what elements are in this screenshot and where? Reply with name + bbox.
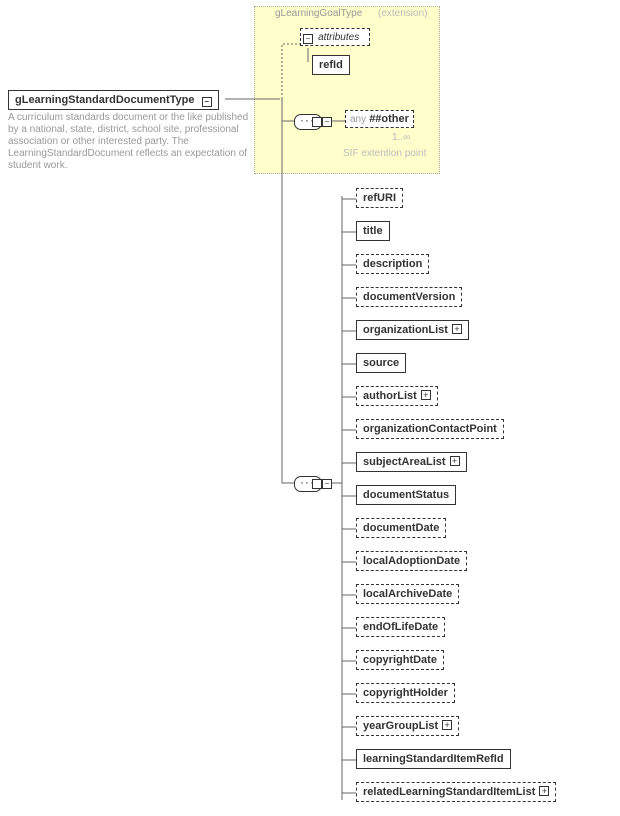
expand-icon[interactable]: + (421, 390, 431, 400)
element-source[interactable]: source (356, 353, 406, 373)
element-label: localArchiveDate (363, 588, 452, 600)
element-label: organizationContactPoint (363, 423, 497, 435)
element-label: learningStandardItemRefId (363, 753, 504, 765)
element-label: relatedLearningStandardItemList (363, 786, 535, 798)
element-label: refURI (363, 192, 396, 204)
element-authorList[interactable]: authorList + (356, 386, 438, 406)
element-label: title (363, 225, 383, 237)
attributes-label: attributes (318, 32, 359, 43)
element-relatedLearningStandardItemList[interactable]: relatedLearningStandardItemList + (356, 782, 556, 802)
element-label: organizationList (363, 324, 448, 336)
element-label: documentStatus (363, 489, 449, 501)
expand-icon[interactable]: − (322, 479, 332, 489)
attr-refid[interactable]: refId (312, 55, 350, 75)
expand-icon[interactable]: − (202, 97, 212, 107)
any-box[interactable]: any ##other (345, 110, 414, 128)
element-label: yearGroupList (363, 720, 438, 732)
element-label: endOfLifeDate (363, 621, 438, 633)
element-label: localAdoptionDate (363, 555, 460, 567)
sequence-icon[interactable] (294, 114, 322, 130)
element-documentStatus[interactable]: documentStatus (356, 485, 456, 505)
any-prefix: any (350, 114, 366, 125)
element-organizationList[interactable]: organizationList + (356, 320, 469, 340)
attr-refid-label: refId (319, 59, 343, 71)
element-endOfLifeDate[interactable]: endOfLifeDate (356, 617, 445, 637)
extension-note: SIF extention point (343, 148, 426, 159)
element-label: subjectAreaList (363, 456, 446, 468)
element-documentVersion[interactable]: documentVersion (356, 287, 462, 307)
extension-title: gLearningGoalType (275, 8, 362, 19)
element-description[interactable]: description (356, 254, 429, 274)
extension-suffix: (extension) (378, 8, 427, 19)
element-subjectAreaList[interactable]: subjectAreaList + (356, 452, 467, 472)
collapse-icon[interactable]: − (303, 34, 313, 44)
expand-icon[interactable]: + (442, 720, 452, 730)
root-type-label: gLearningStandardDocumentType (15, 94, 194, 106)
sequence-icon[interactable] (294, 476, 322, 492)
expand-icon[interactable]: + (452, 324, 462, 334)
element-documentDate[interactable]: documentDate (356, 518, 446, 538)
element-learningStandardItemRefId[interactable]: learningStandardItemRefId (356, 749, 511, 769)
element-localArchiveDate[interactable]: localArchiveDate (356, 584, 459, 604)
expand-icon[interactable]: + (539, 786, 549, 796)
element-label: documentDate (363, 522, 439, 534)
attributes-box[interactable]: − attributes (300, 28, 370, 46)
element-organizationContactPoint[interactable]: organizationContactPoint (356, 419, 504, 439)
expand-icon[interactable]: + (450, 456, 460, 466)
element-label: authorList (363, 390, 417, 402)
element-copyrightHolder[interactable]: copyrightHolder (356, 683, 455, 703)
element-label: documentVersion (363, 291, 455, 303)
element-label: description (363, 258, 422, 270)
any-ns: ##other (369, 113, 409, 125)
element-yearGroupList[interactable]: yearGroupList + (356, 716, 459, 736)
element-localAdoptionDate[interactable]: localAdoptionDate (356, 551, 467, 571)
occurs-label: 1..∞ (392, 132, 410, 143)
element-copyrightDate[interactable]: copyrightDate (356, 650, 444, 670)
expand-icon[interactable]: − (322, 117, 332, 127)
element-title[interactable]: title (356, 221, 390, 241)
element-label: copyrightHolder (363, 687, 448, 699)
element-label: source (363, 357, 399, 369)
element-label: copyrightDate (363, 654, 437, 666)
root-description: A curriculum standards document or the l… (8, 112, 258, 172)
element-refURI[interactable]: refURI (356, 188, 403, 208)
root-type-box[interactable]: gLearningStandardDocumentType − (8, 90, 219, 110)
